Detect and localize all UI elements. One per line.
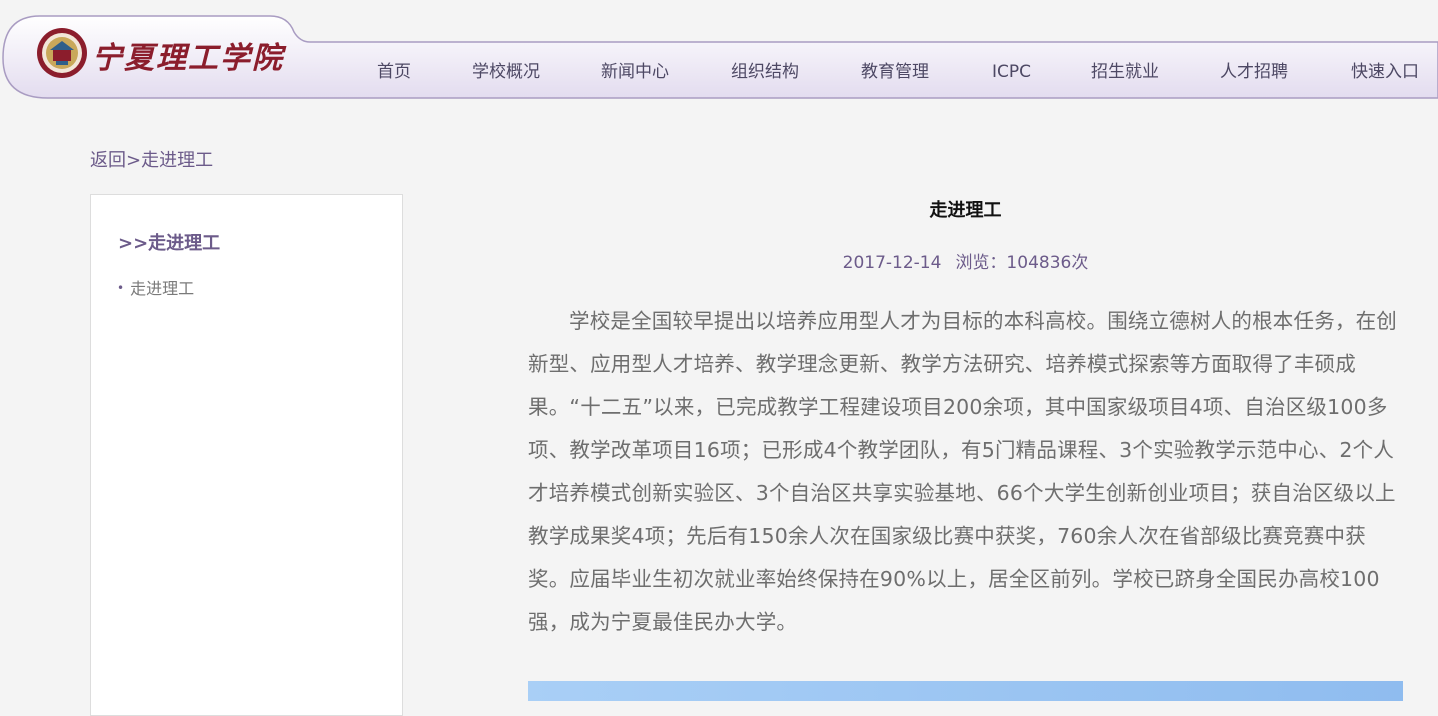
nav-item-home[interactable]: 首页 bbox=[377, 58, 411, 86]
article-body: 学校是全国较早提出以培养应用型人才为目标的本科高校。围绕立德树人的根本任务，在创… bbox=[528, 309, 1397, 634]
nav-item-icpc[interactable]: ICPC bbox=[992, 58, 1031, 86]
nav-item-admissions[interactable]: 招生就业 bbox=[1091, 58, 1159, 86]
breadcrumb-current[interactable]: 走进理工 bbox=[141, 150, 213, 171]
nav-item-organization[interactable]: 组织结构 bbox=[731, 58, 799, 86]
article-image bbox=[528, 681, 1403, 701]
main-nav: 首页 学校概况 新闻中心 组织结构 教育管理 ICPC 招生就业 人才招聘 快速… bbox=[0, 58, 1438, 86]
site-header: 宁夏理工学院 首页 学校概况 新闻中心 组织结构 教育管理 ICPC 招生就业 … bbox=[0, 0, 1438, 104]
sidebar-title: >>走进理工 bbox=[118, 233, 221, 254]
breadcrumb: 返回>走进理工 bbox=[90, 146, 213, 172]
article-views: 浏览：104836次 bbox=[955, 253, 1089, 273]
breadcrumb-back-link[interactable]: 返回 bbox=[90, 150, 126, 171]
nav-item-education[interactable]: 教育管理 bbox=[861, 58, 929, 86]
bullet-icon: • bbox=[117, 281, 125, 295]
nav-item-quick-links[interactable]: 快速入口 bbox=[1351, 58, 1419, 86]
nav-item-recruitment[interactable]: 人才招聘 bbox=[1220, 58, 1288, 86]
article-meta: 2017-12-14 浏览：104836次 bbox=[528, 248, 1403, 273]
sidebar-item-label: 走进理工 bbox=[130, 279, 195, 298]
article-date: 2017-12-14 bbox=[842, 253, 942, 273]
nav-item-news[interactable]: 新闻中心 bbox=[601, 58, 669, 86]
nav-item-overview[interactable]: 学校概况 bbox=[472, 58, 540, 86]
sidebar: >>走进理工 • 走进理工 bbox=[90, 194, 403, 716]
breadcrumb-separator: > bbox=[126, 150, 142, 171]
sidebar-item-about[interactable]: • 走进理工 bbox=[117, 275, 194, 299]
article-title: 走进理工 bbox=[929, 200, 1002, 221]
